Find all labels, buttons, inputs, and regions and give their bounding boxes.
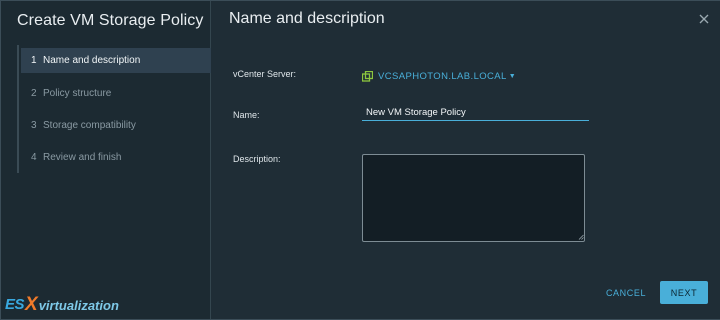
vcenter-icon	[362, 71, 373, 82]
esx-virtualization-watermark: ES X virtualization	[5, 294, 119, 315]
vcenter-server-value: VCSAPHOTON.LAB.LOCAL	[378, 71, 507, 82]
watermark-text: virtualization	[38, 298, 119, 313]
description-label: Description:	[233, 154, 281, 164]
name-input[interactable]	[362, 105, 589, 121]
step-review-and-finish[interactable]: 4 Review and finish	[19, 141, 211, 173]
wizard-title: Create VM Storage Policy	[17, 12, 204, 29]
create-vm-storage-policy-dialog: Create VM Storage Policy 1 Name and desc…	[0, 0, 720, 320]
step-storage-compatibility[interactable]: 3 Storage compatibility	[19, 109, 211, 141]
chevron-down-icon: ▼	[508, 73, 516, 80]
resize-handle-icon[interactable]	[578, 234, 584, 240]
vcenter-server-label: vCenter Server:	[233, 69, 297, 79]
step-name-and-description[interactable]: 1 Name and description	[21, 48, 211, 73]
vcenter-server-selector[interactable]: VCSAPHOTON.LAB.LOCAL ▼	[362, 71, 516, 82]
step-policy-structure[interactable]: 2 Policy structure	[19, 77, 211, 109]
page-title: Name and description	[229, 10, 385, 27]
step-label: Storage compatibility	[43, 119, 136, 131]
wizard-sidebar: Create VM Storage Policy 1 Name and desc…	[1, 1, 211, 319]
step-number: 3	[31, 119, 37, 131]
watermark-x: X	[25, 294, 38, 315]
cancel-button[interactable]: CANCEL	[600, 282, 652, 304]
wizard-steps: 1 Name and description 2 Policy structur…	[17, 45, 211, 173]
step-number: 1	[31, 55, 37, 66]
next-button[interactable]: NEXT	[660, 281, 708, 304]
wizard-content: Name and description vCenter Server: VCS…	[212, 1, 720, 319]
step-number: 4	[31, 151, 37, 163]
step-label: Name and description	[43, 55, 141, 66]
close-icon[interactable]	[697, 12, 711, 26]
step-number: 2	[31, 87, 37, 99]
description-textarea[interactable]	[362, 154, 585, 242]
step-label: Policy structure	[43, 87, 112, 99]
step-label: Review and finish	[43, 151, 122, 163]
watermark-text: ES	[5, 296, 25, 313]
name-label: Name:	[233, 110, 260, 120]
